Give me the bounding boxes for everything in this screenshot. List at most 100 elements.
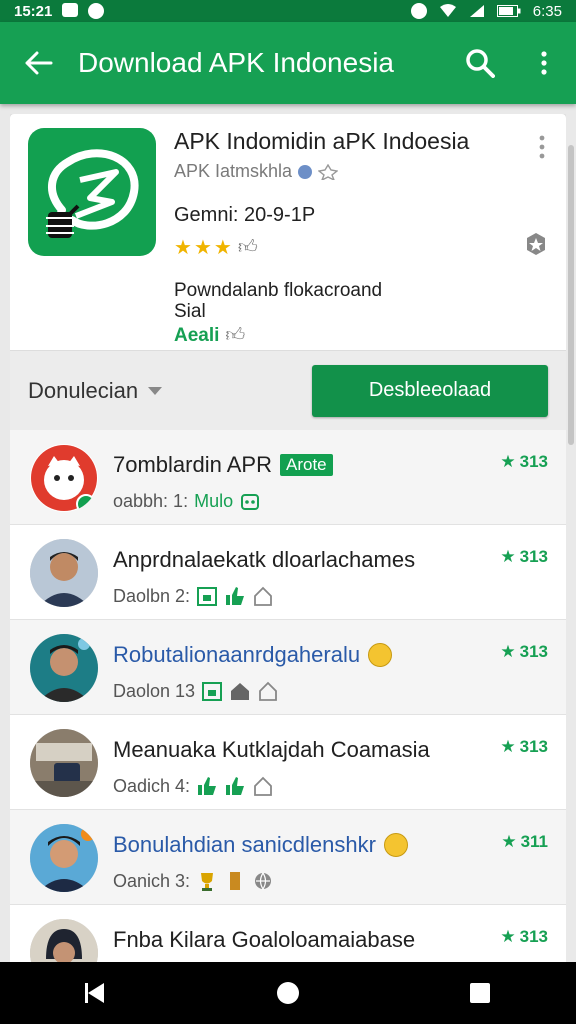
item-meta: Daolon 13	[113, 680, 196, 701]
signal-icon	[469, 5, 484, 17]
card-more-icon[interactable]	[532, 134, 552, 160]
recents-square-icon	[470, 983, 490, 1003]
smiley-icon	[368, 643, 393, 667]
item-name: Anprdnalaekatk dloarlachames	[113, 547, 416, 572]
list-item-subtitle: Daolon 13	[113, 680, 279, 702]
verified-icon	[298, 164, 313, 179]
avatar	[30, 919, 98, 962]
score-value: 313	[519, 927, 548, 946]
item-score: ★ 313	[500, 737, 548, 757]
item-score: ★ 313	[500, 642, 548, 662]
list-item[interactable]: Bonulahdian sanicdlenshkr Oanich 3: ★ 31…	[10, 810, 566, 905]
avatar	[30, 729, 98, 797]
smiley-icon	[383, 833, 408, 857]
score-value: 311	[520, 832, 548, 851]
trophy-icon	[201, 873, 214, 891]
store-icon	[202, 682, 223, 701]
app-developer[interactable]: APK Iatmskhla	[174, 161, 546, 182]
list-item[interactable]: Fnba Kilara Goaloloamaiabase ★ 313	[10, 905, 566, 962]
score-value: 313	[519, 452, 548, 471]
wifi-icon	[439, 4, 456, 17]
star-icon: ★	[500, 642, 516, 661]
search-button[interactable]	[448, 22, 512, 104]
home-circle-icon	[277, 982, 299, 1004]
list-item[interactable]: Meanuaka Kutklajdah Coamasia Oadich 4: ★…	[10, 715, 566, 810]
item-meta: Daolbn 2:	[113, 585, 191, 606]
list-item[interactable]: 7omblardin APR Arote oabbh: 1: Mulo ★ 31…	[10, 430, 566, 525]
item-name: Bonulahdian sanicdlenshkr	[113, 832, 376, 857]
item-score: ★ 313	[500, 452, 548, 472]
list-item-title: 7omblardin APR Arote	[113, 452, 333, 478]
list-item[interactable]: Robutalionaanrdgaheralu Daolon 13 ★ 313	[10, 620, 566, 715]
item-meta: oabbh: 1:	[113, 490, 189, 511]
app-tag: Aeali 👍︎	[174, 324, 546, 347]
app-name: APK Indomidin aPK Indoesia	[174, 128, 470, 154]
system-nav-bar	[0, 962, 576, 1024]
status-bar: 15:21 6:35	[0, 0, 576, 22]
overflow-menu-button[interactable]	[512, 22, 576, 104]
home-icon	[259, 681, 277, 701]
app-description: Powndalanb flokacroand Sial	[174, 280, 546, 322]
app-info: APK Indomidin aPK Indoesia APK Iatmskhla…	[174, 128, 546, 347]
app-detail-card: APK Indomidin aPK Indoesia APK Iatmskhla…	[10, 114, 566, 962]
globe-icon	[255, 872, 272, 891]
list-item-title: Fnba Kilara Goaloloamaiabase	[113, 927, 415, 953]
score-value: 313	[519, 642, 548, 661]
star-icon: ★	[500, 452, 516, 471]
description-line-2: Sial	[174, 301, 206, 322]
scrollbar[interactable]	[568, 145, 574, 445]
list-item-title: Meanuaka Kutklajdah Coamasia	[113, 737, 430, 763]
nav-recents-button[interactable]	[450, 962, 510, 1024]
award-icon	[318, 163, 339, 180]
nav-home-button[interactable]	[258, 962, 318, 1024]
list-item-title: Bonulahdian sanicdlenshkr	[113, 832, 408, 858]
thumbs-up-icon	[226, 587, 245, 605]
list-item[interactable]: Anprdnalaekatk dloarlachames Daolbn 2: ★…	[10, 525, 566, 620]
app-rating: ★ ★ ★ 👍︎	[174, 235, 546, 260]
item-name: Fnba Kilara Goaloloamaiabase	[113, 927, 416, 952]
item-score: ★ 311	[501, 832, 548, 852]
store-icon	[197, 587, 218, 606]
item-meta: Oanich 3:	[113, 870, 191, 891]
app-header: APK Indomidin aPK Indoesia APK Iatmskhla…	[10, 114, 566, 350]
favorite-badge-icon[interactable]	[524, 232, 548, 256]
sync-icon	[88, 3, 105, 19]
status-clock-right: 6:35	[532, 2, 562, 20]
app-list: 7omblardin APR Arote oabbh: 1: Mulo ★ 31…	[10, 430, 566, 962]
list-item-subtitle: Oanich 3:	[113, 870, 274, 892]
item-meta-accent: Mulo	[194, 490, 234, 511]
thumbs-up-icon[interactable]: 👍︎	[238, 236, 258, 259]
star-icon: ★	[213, 237, 232, 259]
star-icon: ★	[193, 237, 212, 259]
tag-label: Aeali	[174, 324, 220, 346]
thumbs-up-icon[interactable]: 👍︎	[225, 324, 245, 347]
list-item-subtitle: Daolbn 2:	[113, 585, 274, 607]
app-logo-graphic	[46, 149, 139, 238]
content-scroll[interactable]: APK Indomidin aPK Indoesia APK Iatmskhla…	[10, 114, 566, 962]
star-icon: ★	[500, 927, 516, 946]
arrow-left-icon	[25, 51, 53, 75]
avatar	[30, 539, 98, 607]
bookmark-icon	[230, 872, 241, 890]
download-button[interactable]: Desbleeolaad	[312, 364, 548, 417]
item-name: 7omblardin APR	[113, 452, 272, 477]
list-item-subtitle: Oadich 4:	[113, 775, 274, 797]
back-triangle-icon	[85, 983, 104, 1003]
nav-back-button[interactable]	[66, 962, 126, 1024]
dropdown-label: Donulecian	[28, 377, 139, 403]
action-bar: Donulecian Desbleeolaad	[10, 350, 566, 430]
score-value: 313	[519, 737, 548, 756]
app-logo-icon[interactable]	[28, 128, 156, 256]
notification-icon	[62, 3, 79, 17]
app-version: Gemni: 20-9-1P	[174, 204, 316, 226]
app-bar: Download APK Indonesia	[0, 22, 576, 104]
back-button[interactable]	[0, 22, 78, 104]
avatar	[30, 634, 98, 702]
list-item-title: Robutalionaanrdgaheralu	[113, 642, 393, 668]
alarm-icon	[410, 3, 427, 19]
category-dropdown[interactable]: Donulecian	[28, 378, 312, 404]
description-line-1: Powndalanb flokacroand	[174, 280, 383, 301]
developer-name: APK Iatmskhla	[174, 161, 293, 181]
battery-icon	[496, 5, 521, 17]
avatar	[30, 824, 98, 892]
